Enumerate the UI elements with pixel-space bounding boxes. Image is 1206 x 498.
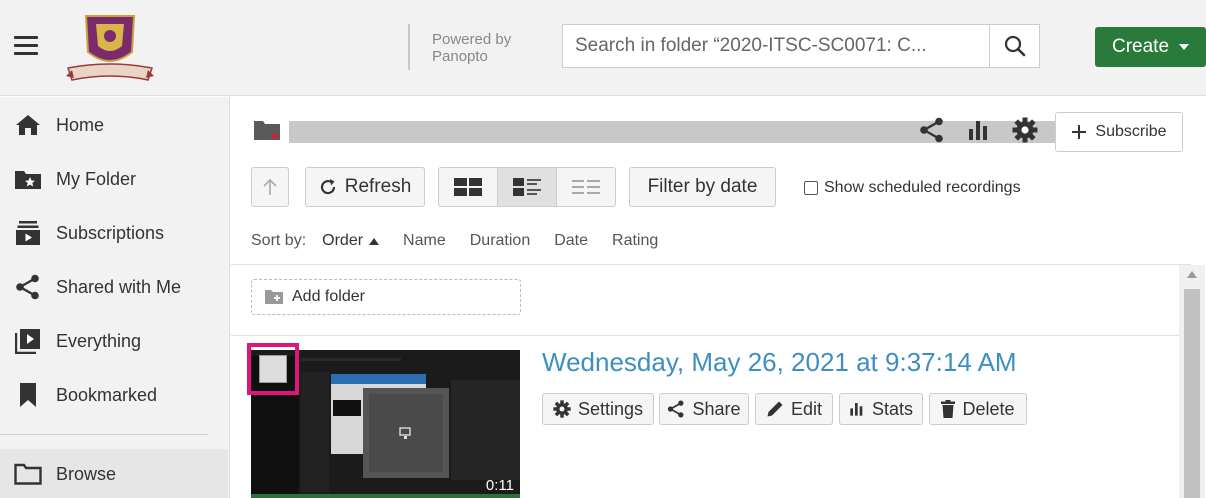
- browse-folder-icon: [14, 460, 42, 488]
- add-folder-button[interactable]: Add folder: [251, 279, 521, 315]
- stats-icon: [850, 403, 863, 416]
- detail-view-icon: [513, 178, 541, 196]
- pencil-icon: [767, 401, 783, 417]
- list-scrollbar[interactable]: [1179, 265, 1205, 498]
- sidebar-item-home[interactable]: Home: [0, 100, 228, 150]
- session-title-link[interactable]: Wednesday, May 26, 2021 at 9:37:14 AM: [542, 347, 1017, 378]
- add-folder-label: Add folder: [292, 288, 365, 305]
- list-divider: [231, 335, 1191, 336]
- sort-bar: Sort by: Order Name Duration Date Rating: [251, 232, 658, 250]
- session-duration: 0:11: [485, 477, 514, 494]
- create-button[interactable]: Create: [1095, 27, 1206, 67]
- view-list-button[interactable]: [556, 168, 615, 206]
- sidebar-item-bookmarked[interactable]: Bookmarked: [0, 370, 228, 420]
- filter-by-date-button[interactable]: Filter by date: [629, 167, 776, 207]
- scroll-thumb[interactable]: [1184, 289, 1200, 498]
- sort-name[interactable]: Name: [403, 232, 446, 250]
- plus-icon: [1072, 125, 1087, 139]
- refresh-label: Refresh: [344, 176, 412, 197]
- sort-date[interactable]: Date: [554, 232, 588, 250]
- sidebar-item-label: Subscriptions: [56, 222, 165, 243]
- header-divider: [408, 24, 410, 70]
- sidebar-item-label: Shared with Me: [56, 276, 182, 297]
- sidebar-nav: Home My Folder Subscriptions Shared with…: [0, 97, 230, 498]
- home-icon: [14, 111, 42, 139]
- session-share-button[interactable]: Share: [659, 393, 749, 425]
- sidebar-item-label: Home: [56, 114, 105, 135]
- subscribe-label: Subscribe: [1095, 123, 1167, 140]
- share-label: Share: [692, 398, 741, 419]
- folder-search: [562, 24, 1040, 68]
- session-stats-button[interactable]: Stats: [839, 393, 923, 425]
- gear-icon: [553, 400, 571, 418]
- arrow-up-icon: [263, 178, 277, 195]
- main-content: Subscribe Refresh Filter by date Show sc…: [231, 97, 1206, 498]
- trash-icon: [941, 400, 956, 418]
- scheduled-checkbox[interactable]: [804, 181, 818, 195]
- sort-duration[interactable]: Duration: [470, 232, 530, 250]
- sidebar-item-label: Browse: [56, 463, 117, 484]
- sidebar-item-label: Everything: [56, 330, 142, 351]
- session-edit-button[interactable]: Edit: [755, 393, 833, 425]
- sidebar-item-browse[interactable]: Browse: [0, 449, 228, 498]
- scheduled-label: Show scheduled recordings: [824, 179, 1021, 196]
- filter-label: Filter by date: [647, 176, 758, 197]
- sidebar-item-subscriptions[interactable]: Subscriptions: [0, 208, 228, 258]
- share-icon: [14, 273, 42, 301]
- grid-view-icon: [454, 178, 482, 196]
- sort-order[interactable]: Order: [322, 232, 380, 250]
- show-scheduled-toggle[interactable]: Show scheduled recordings: [804, 179, 1021, 197]
- search-button[interactable]: [989, 25, 1039, 67]
- sort-divider: [231, 264, 1191, 265]
- sidebar-item-my-folder[interactable]: My Folder: [0, 154, 228, 204]
- stats-label: Stats: [871, 398, 914, 419]
- folder-share-icon[interactable]: [917, 115, 947, 145]
- folder-icon: [254, 121, 280, 140]
- powered-by-panopto[interactable]: Powered by Panopto: [432, 31, 511, 65]
- hamburger-menu-icon[interactable]: [14, 36, 38, 56]
- top-header: Powered by Panopto Create: [0, 0, 1206, 96]
- delete-label: Delete: [962, 398, 1015, 419]
- subscribe-button[interactable]: Subscribe: [1055, 112, 1183, 152]
- bookmark-icon: [14, 381, 42, 409]
- my-folder-icon: [14, 165, 42, 193]
- folder-settings-gear-icon[interactable]: [1010, 115, 1040, 145]
- subscriptions-icon: [14, 219, 42, 247]
- sidebar-item-everything[interactable]: Everything: [0, 316, 228, 366]
- scroll-up-arrow-icon[interactable]: [1187, 271, 1197, 278]
- parent-folder-button[interactable]: [251, 167, 289, 207]
- settings-label: Settings: [577, 398, 644, 419]
- sidebar-divider: [0, 434, 208, 435]
- view-mode-toggle: [438, 167, 616, 207]
- sort-rating[interactable]: Rating: [612, 232, 658, 250]
- search-input[interactable]: [563, 25, 989, 67]
- sidebar-item-shared-with-me[interactable]: Shared with Me: [0, 262, 228, 312]
- sort-ascending-icon: [369, 237, 380, 245]
- share-icon: [668, 400, 684, 418]
- sort-order-label: Order: [322, 232, 364, 249]
- folder-stats-icon[interactable]: [964, 115, 994, 145]
- sidebar-item-label: My Folder: [56, 168, 137, 189]
- list-view-icon: [572, 180, 600, 194]
- powered-by-text: Powered by: [432, 31, 512, 48]
- university-logo: [66, 15, 154, 81]
- sort-by-label: Sort by:: [251, 232, 307, 249]
- session-select-checkbox[interactable]: [247, 343, 299, 395]
- session-settings-button[interactable]: Settings: [542, 393, 654, 425]
- view-tile-button[interactable]: [439, 168, 497, 206]
- chevron-down-icon: [1179, 44, 1190, 50]
- edit-label: Edit: [790, 398, 823, 419]
- create-label: Create: [1111, 36, 1170, 57]
- search-icon: [1004, 35, 1025, 57]
- refresh-icon: [320, 179, 335, 195]
- refresh-button[interactable]: Refresh: [305, 167, 425, 207]
- checkbox-square: [259, 355, 287, 383]
- panopto-text: Panopto: [432, 48, 488, 65]
- everything-icon: [14, 327, 42, 355]
- sidebar-item-label: Bookmarked: [56, 384, 158, 405]
- session-delete-button[interactable]: Delete: [929, 393, 1027, 425]
- add-folder-icon: [265, 290, 283, 304]
- view-detail-button[interactable]: [497, 168, 556, 206]
